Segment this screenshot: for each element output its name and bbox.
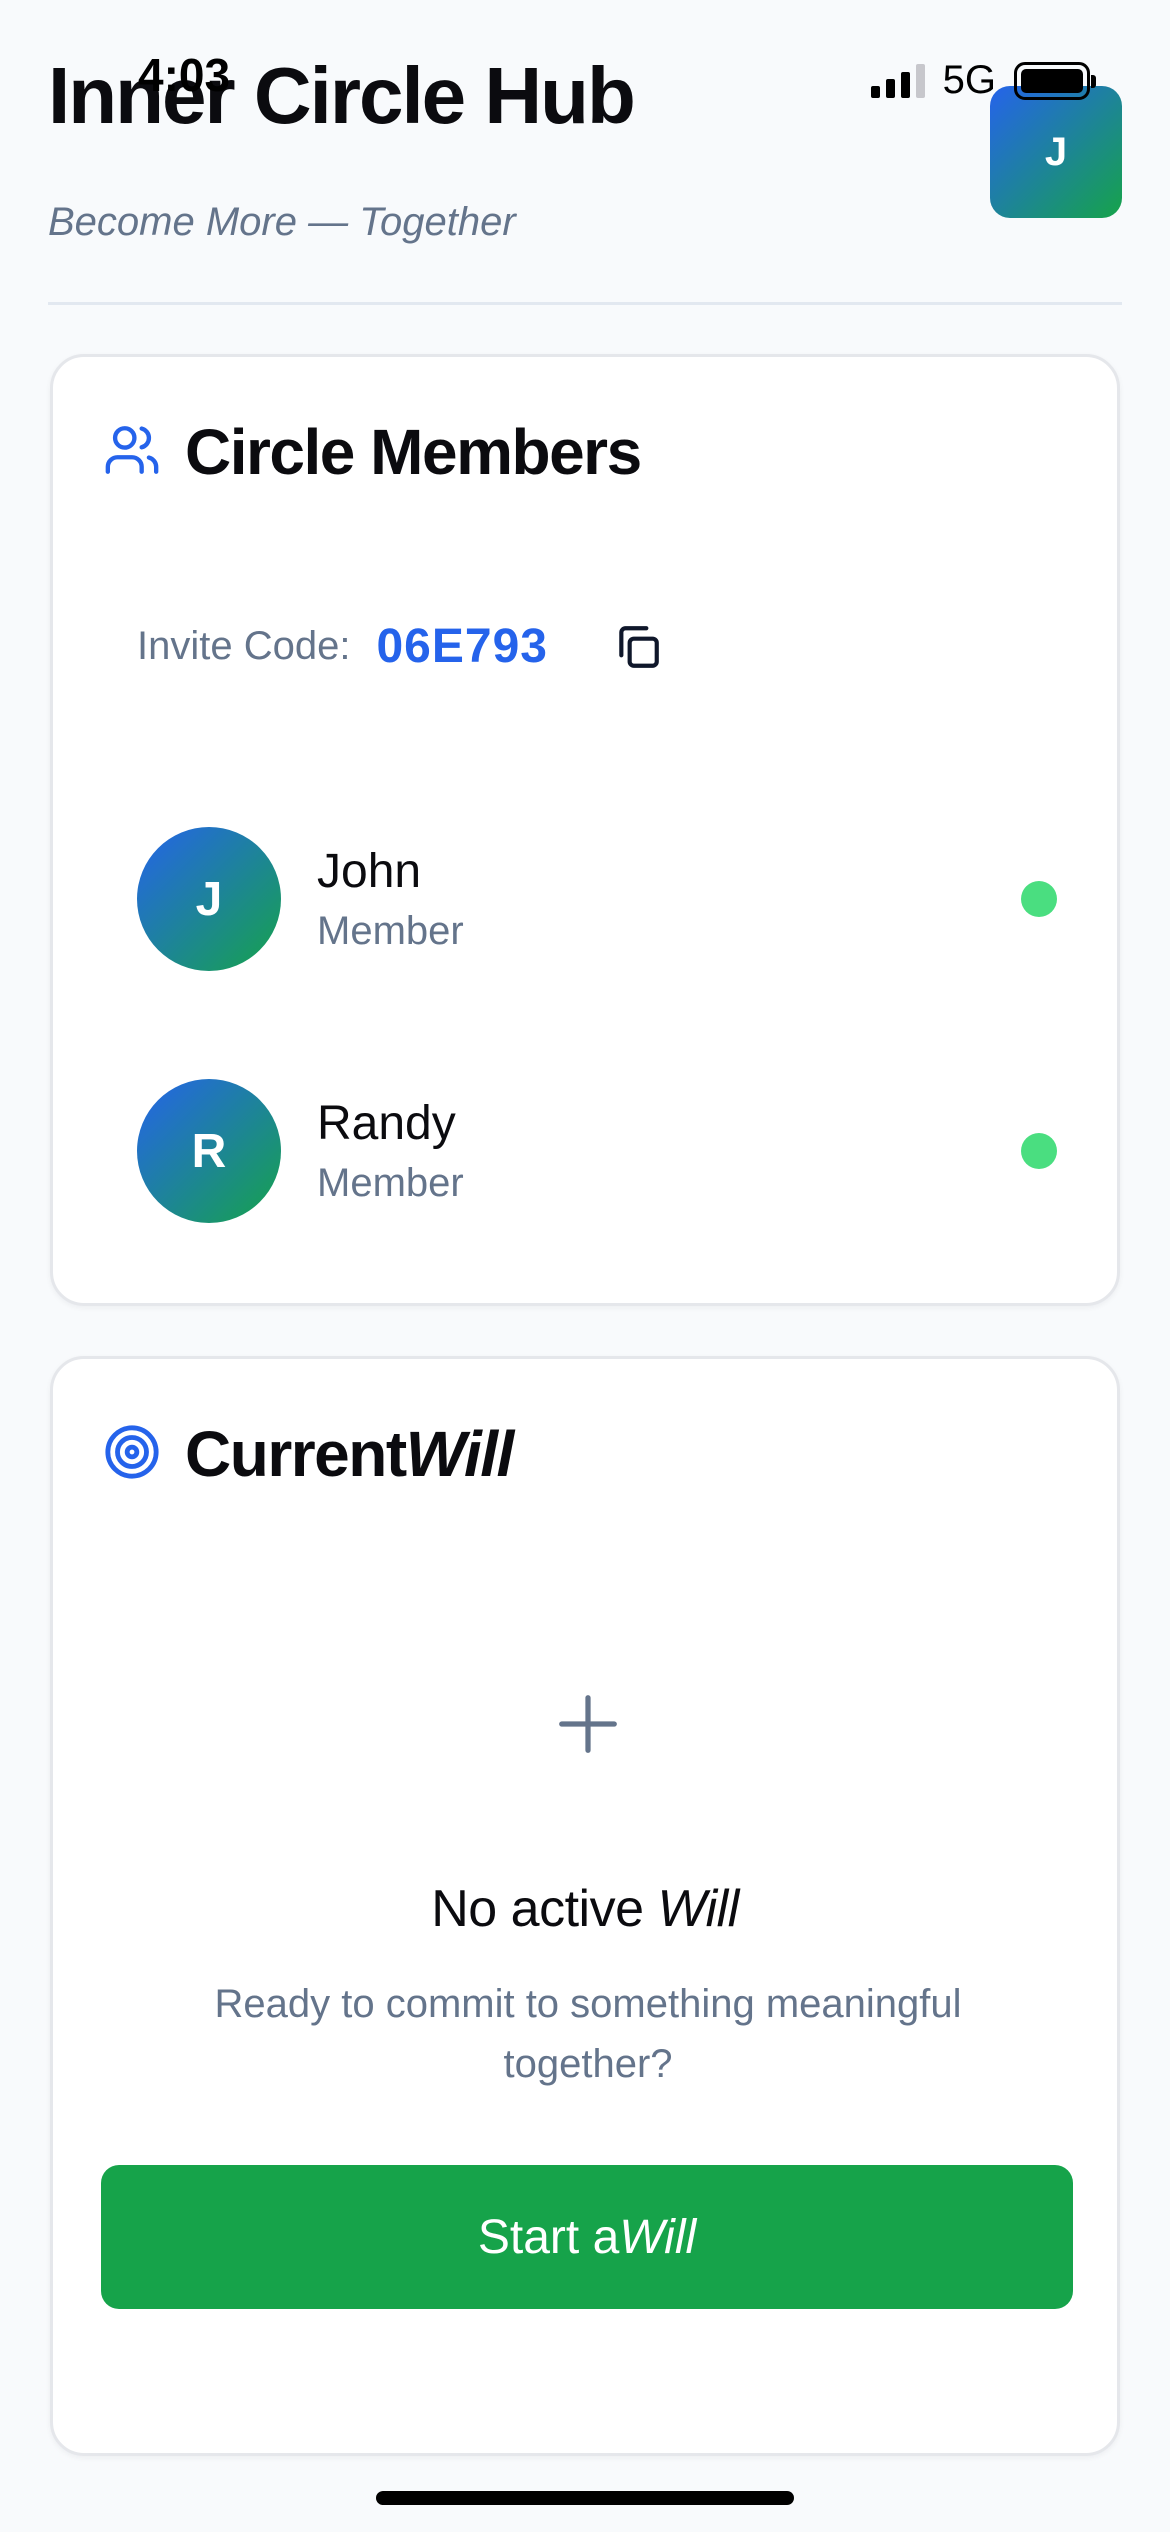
avatar: R [137,1079,281,1223]
app-subtitle: Become More — Together [48,200,516,244]
start-will-button[interactable]: Start a Will [101,2165,1073,2309]
status-time: 4:03 [138,49,231,101]
network-label: 5G [942,58,996,102]
online-status-dot [1021,881,1057,917]
app-title: Inner Circle Hub [48,51,636,140]
home-indicator[interactable] [376,2491,794,2505]
battery-icon [1014,61,1096,100]
member-name: John [317,845,422,898]
member-role: Member [317,909,464,953]
online-status-dot [1021,1133,1057,1169]
member-name: Randy [317,1097,456,1150]
avatar-initial: R [191,1124,227,1178]
current-will-card: CurrentWill No active Will Ready to comm… [50,1356,1120,2456]
users-icon [103,421,161,484]
profile-avatar-button[interactable]: J [990,86,1122,218]
invite-code-value: 06E793 [376,620,548,673]
plus-icon [553,1689,623,1759]
avatar-initial: J [195,872,223,926]
empty-state-title: No active Will [431,1880,739,1938]
circle-members-header: Circle Members [103,415,642,489]
header-divider [48,302,1122,305]
circle-members-card: Circle Members Invite Code: 06E793 J Joh… [50,354,1120,1306]
screen: Inner Circle Hub Become More — Together … [0,0,1170,2532]
signal-icon [870,63,925,98]
invite-code-label: Invite Code: [137,624,351,668]
avatar: J [137,827,281,971]
status-indicators: 5G [870,58,1096,103]
profile-initial: J [1044,129,1068,174]
member-row-randy[interactable]: R Randy Member [137,1077,1057,1225]
circle-members-title: Circle Members [185,416,642,488]
current-will-header: CurrentWill [103,1417,514,1491]
empty-state-description: Ready to commit to something meaningful … [214,1982,962,2086]
member-info: John Member [317,844,1021,954]
current-will-title: CurrentWill [185,1418,514,1490]
member-info: Randy Member [317,1096,1021,1206]
member-row-john[interactable]: J John Member [137,825,1057,973]
member-role: Member [317,1161,464,1205]
copy-icon[interactable] [612,621,664,673]
target-icon [103,1423,161,1486]
invite-code-row: Invite Code: 06E793 [137,619,664,674]
